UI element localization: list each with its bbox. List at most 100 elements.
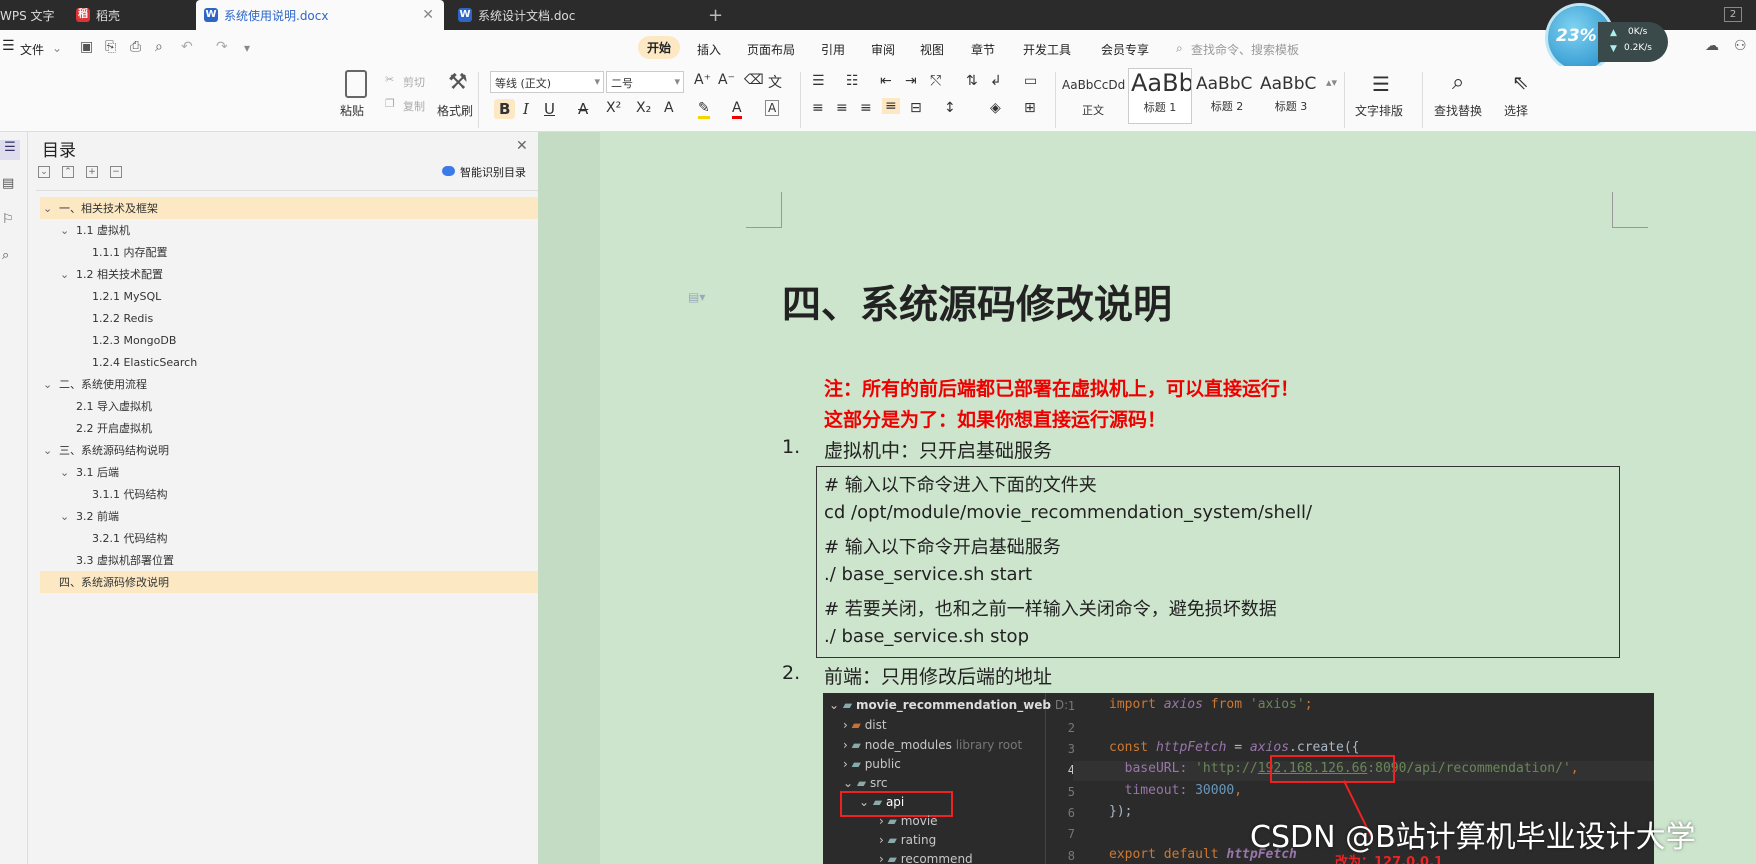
align-right-icon[interactable]: ≡ (860, 100, 872, 116)
bold-button[interactable]: B (494, 99, 516, 119)
collapse-all-icon[interactable]: ⌃ (62, 166, 74, 178)
chevron-down-icon[interactable]: ⌄ (60, 510, 76, 523)
tab-usage-doc[interactable]: W 系统使用说明.docx ✕ (196, 0, 444, 30)
paste-icon[interactable] (345, 70, 367, 98)
toc-item[interactable]: ⌄ 1.2 相关技术配置 (40, 263, 556, 285)
tab-review[interactable]: 审阅 (871, 41, 895, 58)
nav-pane-icon[interactable]: ▤ (2, 176, 14, 191)
toc-item[interactable]: ⌄ 三、系统源码结构说明 (40, 439, 556, 461)
numbered-list-icon[interactable]: ☷ (846, 73, 859, 89)
tab-member[interactable]: 会员专享 (1101, 41, 1149, 58)
find-replace-button[interactable]: 查找替换 (1434, 102, 1482, 119)
toc-item[interactable]: 3.1.1 代码结构 (40, 483, 556, 505)
borders-icon[interactable]: ⊞ (1024, 100, 1036, 116)
cloud-sync-icon[interactable]: ☁ (1705, 38, 1719, 54)
share-icon[interactable]: ⚇ (1734, 38, 1747, 54)
undo-icon[interactable]: ↶ (181, 39, 193, 55)
styles-scroll-icon[interactable]: ▴▾ (1326, 76, 1337, 89)
char-border-icon[interactable]: A (765, 100, 780, 116)
tab-chapter[interactable]: 章节 (971, 41, 995, 58)
shrink-font-icon[interactable]: A⁻ (718, 72, 735, 88)
align-left-icon[interactable]: ≡ (812, 100, 824, 116)
chevron-down-icon[interactable]: ⌄ (43, 378, 59, 391)
tab-wps-writer[interactable]: WPS 文字 (0, 0, 64, 30)
style-heading2[interactable]: AaBbC 标题 2 (1196, 70, 1258, 120)
font-color-icon[interactable]: A (732, 100, 742, 119)
chevron-down-icon[interactable]: ⌄ (43, 202, 59, 215)
toc-item[interactable]: 1.2.3 MongoDB (40, 329, 556, 351)
bookmark-icon[interactable]: ⚐ (2, 212, 14, 227)
chinese-layout-icon[interactable]: ⤲ (930, 73, 941, 89)
text-effect-button[interactable]: A (664, 100, 674, 116)
subscript-button[interactable]: X₂ (636, 100, 651, 116)
sort-icon[interactable]: ⇅ (966, 73, 978, 89)
search-icon[interactable]: ⌕ (2, 248, 9, 263)
new-tab-button[interactable]: + (700, 0, 730, 30)
font-name-select[interactable]: 等线 (正文) ▾ (490, 71, 604, 93)
toc-item[interactable]: ⌄ 3.1 后端 (40, 461, 556, 483)
font-size-select[interactable]: 二号 ▾ (606, 71, 684, 93)
toc-item[interactable]: ⌄ 1.1 虚拟机 (40, 219, 556, 241)
toc-item[interactable]: ⌄ 一、相关技术及框架 (40, 197, 556, 219)
tab-page-layout[interactable]: 页面布局 (747, 41, 795, 58)
show-marks-icon[interactable]: ↲ (990, 73, 1002, 89)
line-spacing-icon[interactable]: ↕ (944, 100, 956, 116)
chevron-down-icon[interactable]: ⌄ (60, 224, 76, 237)
toc-item[interactable]: 1.2.2 Redis (40, 307, 556, 329)
tab-daoke[interactable]: 稻稻壳 (68, 0, 190, 30)
close-panel-icon[interactable]: ✕ (516, 138, 528, 154)
toc-item[interactable]: 3.2.1 代码结构 (40, 527, 556, 549)
align-center-icon[interactable]: ≡ (836, 100, 848, 116)
highlight-icon[interactable]: ✎ (698, 100, 710, 119)
underline-button[interactable]: U (544, 100, 555, 118)
export-pdf-icon[interactable]: ⎘ (105, 39, 116, 55)
phonetic-icon[interactable]: 文 (768, 72, 782, 92)
toc-panel-icon[interactable]: ☰ (0, 140, 20, 160)
text-layout-button[interactable]: 文字排版 (1355, 102, 1403, 119)
distribute-icon[interactable]: ⊟ (910, 100, 922, 116)
grow-font-icon[interactable]: A⁺ (694, 72, 711, 88)
chevron-down-icon[interactable]: ⌄ (43, 444, 59, 457)
strikethrough-button[interactable]: A (578, 100, 588, 118)
toc-item-selected[interactable]: 四、系统源码修改说明 (40, 571, 556, 593)
toc-item[interactable]: ⌄ 二、系统使用流程 (40, 373, 556, 395)
decrease-indent-icon[interactable]: ⇤ (880, 73, 892, 89)
chevron-down-icon[interactable]: ⌄ (60, 268, 76, 281)
toc-item[interactable]: 1.2.1 MySQL (40, 285, 556, 307)
file-menu[interactable]: 文件 (20, 41, 44, 58)
increase-indent-icon[interactable]: ⇥ (905, 73, 917, 89)
tab-developer[interactable]: 开发工具 (1023, 41, 1071, 58)
toc-item[interactable]: 1.1.1 内存配置 (40, 241, 556, 263)
toc-item[interactable]: 2.2 开启虚拟机 (40, 417, 556, 439)
redo-icon[interactable]: ↷ (216, 39, 228, 55)
hamburger-icon[interactable]: ☰ (2, 38, 15, 54)
quick-access-more-icon[interactable]: ▾ (244, 41, 250, 55)
style-heading1[interactable]: AaBb 标题 1 (1128, 68, 1192, 124)
document-page[interactable]: ▤▾ 四、系统源码修改说明 注：所有的前后端都已部署在虚拟机上，可以直接运行！ … (600, 132, 1756, 864)
add-item-icon[interactable]: + (86, 166, 98, 178)
shading-icon[interactable]: ◈ (990, 100, 1001, 116)
superscript-button[interactable]: X² (606, 100, 621, 116)
tab-references[interactable]: 引用 (821, 41, 845, 58)
bullet-list-icon[interactable]: ☰ (812, 73, 825, 89)
print-icon[interactable]: ⎙ (130, 39, 141, 55)
tab-design-doc[interactable]: W 系统设计文档.doc (450, 0, 694, 30)
paste-button[interactable]: 粘贴 (340, 102, 364, 119)
select-button[interactable]: 选择 (1504, 102, 1528, 119)
tab-home[interactable]: 开始 (638, 36, 681, 59)
window-count-badge[interactable]: 2 (1724, 7, 1742, 22)
toc-item[interactable]: 1.2.4 ElasticSearch (40, 351, 556, 373)
chevron-down-icon[interactable]: ⌄ (60, 466, 76, 479)
paragraph-handle-icon[interactable]: ▤▾ (688, 290, 705, 304)
remove-item-icon[interactable]: − (110, 166, 122, 178)
style-normal[interactable]: AaBbCcDd 正文 (1062, 70, 1125, 120)
justify-icon[interactable]: ≡ (882, 98, 900, 114)
save-icon[interactable]: ▣ (80, 39, 93, 55)
chevron-down-icon[interactable]: ⌄ (52, 41, 62, 55)
tab-insert[interactable]: 插入 (697, 41, 721, 58)
toc-item[interactable]: 3.3 虚拟机部署位置 (40, 549, 556, 571)
toc-item[interactable]: 2.1 导入虚拟机 (40, 395, 556, 417)
clear-format-icon[interactable]: ⌫ (744, 72, 764, 88)
style-heading3[interactable]: AaBbC 标题 3 (1260, 70, 1322, 120)
close-tab-icon[interactable]: ✕ (422, 7, 434, 23)
